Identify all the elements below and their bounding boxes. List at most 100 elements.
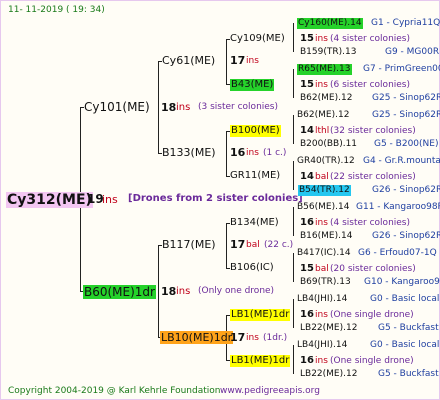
gen1-bottom-ins-word: ins — [176, 286, 191, 297]
gen2-b133-ins-word: ins — [246, 148, 259, 158]
gen3-b134-queen[interactable]: B134(ME) — [230, 218, 279, 228]
gen4-vertical — [293, 69, 294, 98]
gen4-breeder: G4 - Gr.R.mounta — [363, 156, 440, 166]
gen1-top-ins-number: 18 — [161, 101, 177, 114]
gen3-cy109-queen[interactable]: Cy109(ME) — [230, 34, 285, 44]
gen1-top-note: (3 sister colonies) — [198, 102, 279, 112]
copyright-text: Copyright 2004-2019 @ Karl Kehrle Founda… — [8, 386, 221, 396]
gen4-queen[interactable]: B417(IC).14 — [297, 249, 351, 258]
gen4-note: (20 sister colonies) — [330, 264, 416, 274]
gen4-note: (4 sister colonies) — [330, 218, 411, 228]
gen4-ins-word: ins — [315, 34, 328, 44]
gen4-ins-word: ins — [315, 310, 328, 320]
gen2-b117-ins-word: bal — [246, 240, 260, 250]
gen4-vertical — [293, 299, 294, 328]
gen4-sub-queen[interactable]: LB22(ME).12 — [300, 370, 357, 379]
gen4-ins-word: ins — [315, 356, 328, 366]
gen4-note: (22 sister colonies) — [330, 172, 416, 182]
gen2-b117-queen[interactable]: B117(ME) — [162, 239, 216, 250]
gen2-cy61-ins-word: ins — [246, 56, 259, 66]
site-link[interactable]: www.pedigreeapis.org — [220, 387, 320, 396]
gen4-note: (One single drone) — [330, 356, 414, 366]
gen4-sub-breeder: G10 - Kangaroo98R — [364, 277, 440, 287]
gen4-breeder: G7 - PrimGreen00 — [363, 64, 440, 74]
gen4-vertical — [293, 161, 294, 190]
gen4-sub-queen[interactable]: B69(TR).13 — [300, 278, 351, 287]
gen2-lb10-queen[interactable]: LB10(ME)1dr — [160, 331, 234, 344]
gen4-queen[interactable]: LB4(JHI).14 — [297, 341, 347, 350]
gen4-note: (6 sister colonies) — [330, 80, 411, 90]
gen4-breeder: G1 - Cypria11Q — [371, 18, 440, 28]
gen2-lb10-ins-number: 17 — [230, 331, 246, 344]
gen4-queen[interactable]: B56(ME).14 — [297, 203, 349, 212]
pedigree-page: 11- 11-2019 ( 19: 34) Copyright 2004-201… — [0, 0, 440, 400]
gen4-ins-number: 14 — [300, 125, 314, 136]
gen2-cy61-queen[interactable]: Cy61(ME) — [162, 55, 215, 66]
gen4-ins-number: 16 — [300, 217, 314, 228]
gen3-vertical-1 — [226, 39, 227, 85]
gen2-upper-vertical — [158, 61, 159, 154]
gen2-b117-ins-number: 17 — [230, 238, 246, 251]
gen4-ins-word: bal — [315, 264, 329, 274]
gen3-vertical-2 — [226, 131, 227, 177]
gen4-ins-number: 16 — [300, 309, 314, 320]
gen4-queen[interactable]: R65(ME).13 — [297, 64, 352, 75]
gen4-sub-breeder: G5 - Buckfast — [378, 323, 439, 333]
gen4-ins-number: 15 — [300, 33, 314, 44]
gen4-sub-queen[interactable]: B200(BB).11 — [300, 140, 357, 149]
gen4-queen[interactable]: GR40(TR).12 — [297, 157, 355, 166]
gen2-b133-ins-number: 16 — [230, 146, 246, 159]
gen4-sub-breeder: G26 - Sinop62R — [372, 185, 440, 195]
gen4-breeder: G6 - Erfoud07-1Q — [358, 248, 437, 258]
date-stamp: 11- 11-2019 ( 19: 34) — [8, 5, 105, 15]
gen2-b117-note: (22 c.) — [264, 240, 294, 250]
gen4-ins-word: bal — [315, 172, 329, 182]
gen4-sub-queen[interactable]: B159(TR).13 — [300, 48, 356, 57]
gen4-ins-number: 15 — [300, 79, 314, 90]
gen4-ins-word: ins — [315, 218, 328, 228]
gen4-ins-number: 15 — [300, 263, 314, 274]
gen4-sub-breeder: G9 - MG00R — [385, 47, 440, 57]
gen3-b100-queen[interactable]: B100(ME) — [230, 125, 281, 137]
gen4-note: (4 sister colonies) — [330, 34, 411, 44]
gen2-lb10-note: (1dr.) — [263, 333, 288, 343]
gen4-breeder: G11 - Kangaroo98R — [356, 202, 440, 212]
gen4-queen[interactable]: LB4(JHI).14 — [297, 295, 347, 304]
root-drone-note: [Drones from 2 sister colonies] — [128, 193, 303, 204]
gen4-vertical — [293, 253, 294, 282]
gen3-vertical-3 — [226, 223, 227, 269]
gen4-queen[interactable]: Cy160(ME).14 — [297, 18, 363, 29]
gen1-bottom-queen[interactable]: B60(ME)1dr — [83, 285, 156, 299]
root-queen[interactable]: Cy312(ME) — [6, 192, 93, 208]
gen4-sub-breeder: G26 - Sinop62R — [372, 231, 440, 241]
gen4-queen[interactable]: B62(ME).12 — [297, 111, 349, 120]
gen3-b43-queen[interactable]: B43(ME) — [230, 79, 275, 91]
gen3-b106-queen[interactable]: B106(IC) — [230, 263, 274, 273]
gen1-top-queen[interactable]: Cy101(ME) — [84, 101, 150, 113]
gen2-cy61-ins-number: 17 — [230, 54, 246, 67]
gen2-b133-queen[interactable]: B133(ME) — [162, 147, 216, 158]
gen4-sub-queen[interactable]: B16(ME).14 — [300, 232, 352, 241]
gen4-vertical — [293, 345, 294, 374]
gen4-vertical — [293, 207, 294, 236]
gen4-ins-number: 16 — [300, 355, 314, 366]
gen4-note: (32 sister colonies) — [330, 126, 416, 136]
gen1-bottom-ins-number: 18 — [161, 285, 177, 298]
gen4-ins-number: 14 — [300, 171, 314, 182]
gen1-top-ins-word: ins — [176, 102, 191, 113]
root-ins-word: ins — [102, 193, 118, 206]
gen4-sub-queen[interactable]: B54(TR).12 — [298, 185, 351, 196]
gen2-lb10-ins-word: ins — [246, 333, 259, 343]
gen4-breeder: G25 - Sinop62R — [372, 110, 440, 120]
gen1-bottom-note: (Only one drone) — [198, 286, 275, 296]
gen3-lb1a-queen[interactable]: LB1(ME)1dr — [230, 309, 291, 321]
gen4-ins-word: lthl — [315, 126, 330, 136]
gen4-sub-queen[interactable]: B62(ME).12 — [300, 94, 352, 103]
gen2-b133-note: (1 c.) — [263, 148, 287, 158]
gen4-ins-word: ins — [315, 80, 328, 90]
gen4-vertical — [293, 23, 294, 52]
gen3-gr11-queen[interactable]: GR11(ME) — [230, 171, 280, 181]
gen3-lb1b-queen[interactable]: LB1(ME)1dr — [230, 355, 291, 367]
gen4-sub-queen[interactable]: LB22(ME).12 — [300, 324, 357, 333]
gen4-breeder: G0 - Basic local — [370, 340, 440, 350]
